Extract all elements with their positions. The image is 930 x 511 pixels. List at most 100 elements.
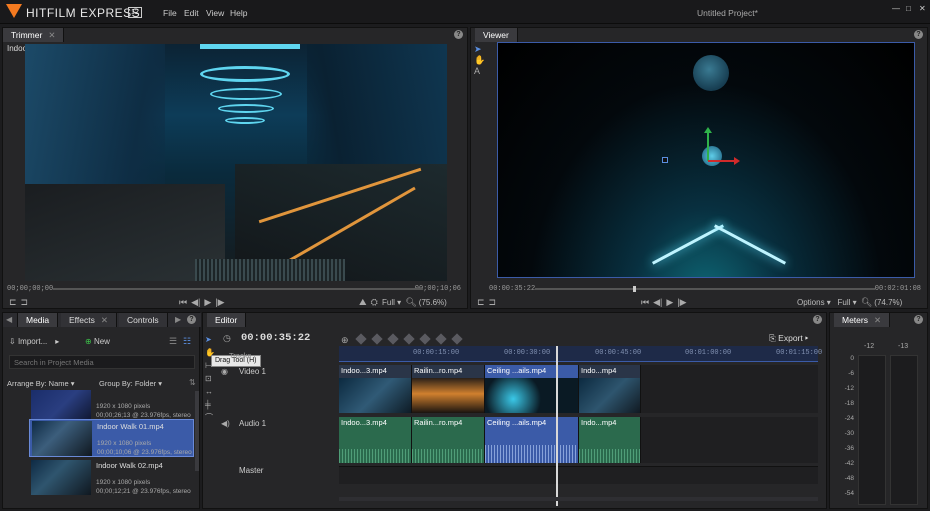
audio-track-lane[interactable]: Indoo...3.mp4 Railin...ro.mp4 Ceiling ..… [339, 417, 818, 463]
help-icon[interactable]: ? [187, 315, 196, 324]
clock-icon[interactable]: ◷ [223, 333, 231, 344]
roll-tool-icon[interactable]: ╪ [205, 398, 217, 411]
slide-tool-icon[interactable]: ↔ [205, 385, 217, 398]
nav-marker-icon[interactable] [387, 333, 399, 345]
close-button[interactable]: ✕ [919, 4, 926, 13]
nav-marker-icon[interactable] [355, 333, 367, 345]
tab-viewer[interactable]: Viewer [475, 28, 518, 42]
play-icon[interactable]: ▶ [666, 297, 673, 308]
goto-start-icon[interactable]: ⏮ [641, 297, 649, 308]
insert-icon[interactable]: ⛭ [371, 297, 378, 308]
editor-timecode[interactable]: 00:00:35:22 [241, 332, 310, 344]
nav-marker-icon[interactable] [403, 333, 415, 345]
speaker-icon[interactable]: ◀) [221, 419, 230, 428]
video-clip[interactable]: Railin...ro.mp4 [412, 365, 485, 413]
video-track-header[interactable]: ◉ Video 1 [219, 365, 337, 413]
maximize-button[interactable]: □ [906, 4, 911, 13]
panel-nav-right-icon[interactable]: ▶ [175, 315, 181, 324]
trim-out-icon[interactable]: ⊐ [489, 297, 497, 308]
overlay-icon[interactable]: ⛰ [359, 297, 367, 308]
goto-start-icon[interactable]: ⏮ [179, 297, 187, 308]
sort-icon[interactable]: ⇅ [189, 378, 196, 387]
audio-clip[interactable]: Indoo...3.mp4 [339, 417, 412, 463]
viewer-options-dropdown[interactable]: Options [797, 298, 825, 307]
add-track-icon[interactable]: ⊕ [341, 335, 349, 346]
viewer-canvas[interactable] [497, 42, 915, 278]
timeline-ruler[interactable]: 00:00:15:00 00:00:30:00 00:00:45:00 00:0… [339, 346, 822, 362]
step-forward-icon[interactable]: |▶ [677, 297, 686, 308]
nav-marker-icon[interactable] [451, 333, 463, 345]
help-icon[interactable]: ? [914, 315, 923, 324]
video-clip[interactable]: Indoo...3.mp4 [339, 365, 412, 413]
audio-track-header[interactable]: ◀) Audio 1 [219, 417, 337, 463]
tab-controls[interactable]: Controls [119, 313, 168, 327]
anchor-handle[interactable] [662, 157, 668, 163]
zoom-icon[interactable]: 🔍︎ [861, 297, 872, 308]
play-icon[interactable]: ▶ [204, 297, 211, 308]
select-tool-icon[interactable]: ➤ [474, 44, 484, 55]
search-input[interactable] [9, 355, 195, 369]
help-icon[interactable]: ? [914, 30, 923, 39]
viewer-quality[interactable]: Full [837, 298, 850, 307]
trim-in-icon[interactable]: ⊏ [477, 297, 485, 308]
minimize-button[interactable]: — [892, 4, 900, 13]
gizmo-y-axis[interactable] [707, 131, 709, 161]
hand-tool-icon[interactable]: ✋ [474, 55, 485, 66]
viewer-scrub-bar[interactable] [535, 288, 875, 290]
eye-icon[interactable]: ◉ [221, 367, 228, 376]
close-icon[interactable]: ✕ [101, 315, 108, 325]
select-tool-icon[interactable]: ➤ [205, 333, 217, 346]
video-clip[interactable]: Ceiling ...ails.mp4 [485, 365, 579, 413]
zoom-icon[interactable]: 🔍︎ [405, 297, 416, 308]
gizmo-x-axis[interactable] [708, 160, 736, 162]
trim-in-icon[interactable]: ⊏ [9, 297, 17, 308]
snap-icon[interactable]: ⌒ [205, 411, 217, 424]
tab-effects[interactable]: Effects ✕ [61, 313, 117, 327]
nav-marker-icon[interactable] [371, 333, 383, 345]
close-icon[interactable]: ✕ [874, 315, 881, 325]
tab-media[interactable]: Media [17, 313, 59, 327]
trimmer-zoom[interactable]: (75.6%) [419, 298, 447, 307]
viewer-zoom[interactable]: (74.7%) [874, 298, 902, 307]
list-item[interactable]: Indoor Walk 01.mp4 1920 x 1080 pixels 00… [29, 419, 194, 457]
timeline-scrollbar[interactable] [339, 497, 818, 501]
group-dropdown[interactable]: Group By: Folder ▾ [99, 379, 162, 388]
menu-view[interactable]: View [206, 8, 224, 18]
nav-marker-icon[interactable] [419, 333, 431, 345]
step-back-icon[interactable]: ◀| [191, 297, 200, 308]
master-track-lane[interactable] [339, 466, 818, 484]
trimmer-quality[interactable]: Full [382, 298, 395, 307]
menu-edit[interactable]: Edit [184, 8, 199, 18]
step-back-icon[interactable]: ◀| [653, 297, 662, 308]
playhead[interactable] [556, 346, 558, 506]
video-clip[interactable]: Indo...mp4 [579, 365, 641, 413]
step-forward-icon[interactable]: |▶ [215, 297, 224, 308]
viewer-playhead-marker[interactable] [633, 286, 636, 292]
nav-marker-icon[interactable] [435, 333, 447, 345]
trimmer-scrub-bar[interactable] [53, 288, 423, 290]
slip-tool-icon[interactable]: ⊡ [205, 372, 217, 385]
media-list-scrollbar[interactable] [195, 391, 199, 471]
panel-nav-left-icon[interactable]: ◀ [6, 315, 12, 324]
tab-meters[interactable]: Meters ✕ [834, 313, 891, 327]
video-track-lane[interactable]: Indoo...3.mp4 Railin...ro.mp4 Ceiling ..… [339, 365, 818, 413]
audio-clip[interactable]: Ceiling ...ails.mp4 [485, 417, 579, 463]
menu-help[interactable]: Help [230, 8, 247, 18]
audio-clip[interactable]: Indo...mp4 [579, 417, 641, 463]
close-icon[interactable]: ✕ [48, 30, 55, 40]
trim-out-icon[interactable]: ⊐ [21, 297, 29, 308]
list-item[interactable]: Indoor Walk 02.mp4 1920 x 1080 pixels 00… [29, 459, 194, 497]
arrange-dropdown[interactable]: Arrange By: Name ▾ [7, 379, 75, 388]
tab-trimmer[interactable]: Trimmer ✕ [3, 28, 65, 42]
list-view-icon[interactable]: ☰ [169, 336, 177, 347]
help-icon[interactable]: ? [454, 30, 463, 39]
audio-clip[interactable]: Railin...ro.mp4 [412, 417, 485, 463]
tab-editor[interactable]: Editor [207, 313, 247, 327]
help-icon[interactable]: ? [813, 315, 822, 324]
text-tool-icon[interactable]: A [474, 66, 484, 76]
new-button[interactable]: ⊕ New [85, 335, 125, 349]
import-button[interactable]: ⇩ Import... ▸ [9, 335, 81, 349]
export-button[interactable]: ⎘ Export ▸ [769, 333, 808, 344]
menu-file[interactable]: File [163, 8, 177, 18]
detail-view-icon[interactable]: ☷ [183, 336, 191, 347]
